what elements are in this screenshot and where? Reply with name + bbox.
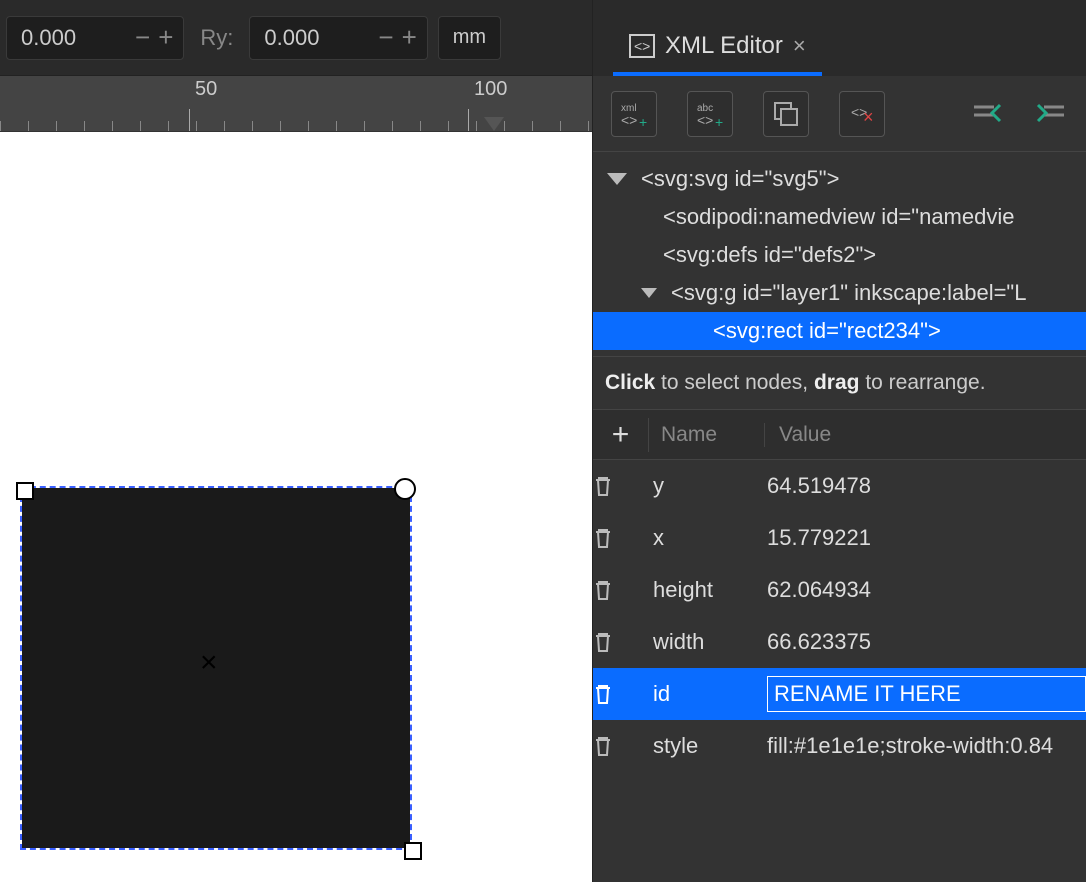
tree-node-defs[interactable]: <svg:defs id="defs2">: [593, 236, 1086, 274]
tree-node-rect[interactable]: <svg:rect id="rect234">: [593, 312, 1086, 350]
center-cross-icon: ×: [200, 646, 218, 680]
attribute-name[interactable]: id: [649, 681, 753, 707]
tree-node-namedview[interactable]: <sodipodi:namedview id="namedvie: [593, 198, 1086, 236]
panel-tabs: <> XML Editor ×: [593, 0, 1086, 76]
attribute-value[interactable]: fill:#1e1e1e;stroke-width:0.84: [753, 733, 1086, 759]
tree-node-layer[interactable]: <svg:g id="layer1" inkscape:label="L: [593, 274, 1086, 312]
ruler-cursor-marker: [484, 117, 504, 131]
ruler-label: 100: [474, 78, 507, 101]
attribute-value-input[interactable]: [767, 676, 1086, 712]
duplicate-node-button[interactable]: [763, 91, 809, 137]
attribute-name[interactable]: width: [649, 629, 753, 655]
canvas-panel: 0.000 − + Ry: 0.000 − + mm 50 100 ×: [0, 0, 592, 882]
column-value: Value: [765, 423, 831, 447]
attribute-value[interactable]: [753, 676, 1086, 712]
trash-icon[interactable]: [593, 475, 649, 497]
unindent-node-button[interactable]: [970, 99, 1004, 129]
node-text: <svg:g id="layer1" inkscape:label="L: [671, 280, 1026, 306]
column-name: Name: [649, 423, 765, 447]
new-element-button[interactable]: xml<>+: [611, 91, 657, 137]
unit-value: mm: [453, 26, 486, 49]
rx-value: 0.000: [21, 25, 131, 51]
attribute-list: y64.519478x15.779221height62.064934width…: [593, 460, 1086, 772]
attribute-row[interactable]: y64.519478: [593, 460, 1086, 512]
attribute-header: + Name Value: [593, 410, 1086, 460]
svg-text:+: +: [639, 114, 647, 129]
attribute-value[interactable]: 62.064934: [753, 577, 1086, 603]
svg-text:+: +: [715, 114, 723, 129]
canvas[interactable]: ×: [0, 132, 592, 882]
delete-node-button[interactable]: <>×: [839, 91, 885, 137]
trash-icon[interactable]: [593, 735, 649, 757]
attribute-row[interactable]: width66.623375: [593, 616, 1086, 668]
handle-top-right[interactable]: [394, 478, 416, 500]
attribute-row[interactable]: height62.064934: [593, 564, 1086, 616]
hint-text: Click to select nodes, drag to rearrange…: [593, 356, 1086, 410]
xml-toolbar: xml<>+ abc<>+ <>×: [593, 76, 1086, 152]
add-attribute-button[interactable]: +: [593, 418, 649, 452]
handle-top-left[interactable]: [16, 482, 34, 500]
attribute-row[interactable]: id: [593, 668, 1086, 720]
node-text: <sodipodi:namedview id="namedvie: [663, 204, 1014, 230]
unit-select[interactable]: mm: [438, 16, 501, 60]
attribute-value[interactable]: 15.779221: [753, 525, 1086, 551]
svg-text:<>: <>: [634, 38, 650, 54]
ry-increment[interactable]: +: [398, 22, 421, 53]
attribute-name[interactable]: y: [649, 473, 753, 499]
rx-input[interactable]: 0.000 − +: [6, 16, 184, 60]
rx-increment[interactable]: +: [154, 22, 177, 53]
ry-decrement[interactable]: −: [374, 22, 397, 53]
attribute-value[interactable]: 66.623375: [753, 629, 1086, 655]
svg-text:×: ×: [863, 107, 874, 127]
attribute-name[interactable]: height: [649, 577, 753, 603]
attribute-name[interactable]: x: [649, 525, 753, 551]
node-text: <svg:svg id="svg5">: [641, 166, 839, 192]
ruler-label: 50: [195, 78, 217, 101]
new-text-node-button[interactable]: abc<>+: [687, 91, 733, 137]
svg-text:<>: <>: [697, 112, 713, 128]
node-text: <svg:rect id="rect234">: [713, 318, 941, 344]
attribute-value[interactable]: 64.519478: [753, 473, 1086, 499]
tree-node-svg[interactable]: <svg:svg id="svg5">: [593, 160, 1086, 198]
attribute-name[interactable]: style: [649, 733, 753, 759]
tab-xml-editor[interactable]: <> XML Editor ×: [613, 20, 822, 76]
node-text: <svg:defs id="defs2">: [663, 242, 876, 268]
ry-label: Ry:: [194, 25, 239, 51]
attribute-row[interactable]: stylefill:#1e1e1e;stroke-width:0.84: [593, 720, 1086, 772]
tab-label: XML Editor: [665, 32, 783, 60]
attribute-row[interactable]: x15.779221: [593, 512, 1086, 564]
handle-bottom-right[interactable]: [404, 842, 422, 860]
ry-input[interactable]: 0.000 − +: [249, 16, 427, 60]
trash-icon[interactable]: [593, 683, 649, 705]
xml-tree[interactable]: <svg:svg id="svg5"> <sodipodi:namedview …: [593, 152, 1086, 356]
chevron-down-icon[interactable]: [607, 173, 627, 185]
rx-decrement[interactable]: −: [131, 22, 154, 53]
code-icon: <>: [629, 34, 655, 58]
indent-node-button[interactable]: [1034, 99, 1068, 129]
close-icon[interactable]: ×: [793, 33, 806, 59]
xml-editor-panel: <> XML Editor × xml<>+ abc<>+ <>× <svg:s: [592, 0, 1086, 882]
horizontal-ruler: 50 100: [0, 76, 592, 132]
trash-icon[interactable]: [593, 527, 649, 549]
svg-text:<>: <>: [621, 112, 637, 128]
ry-value: 0.000: [264, 25, 374, 51]
trash-icon[interactable]: [593, 579, 649, 601]
chevron-down-icon[interactable]: [641, 288, 657, 298]
trash-icon[interactable]: [593, 631, 649, 653]
tool-controls-bar: 0.000 − + Ry: 0.000 − + mm: [0, 0, 592, 76]
